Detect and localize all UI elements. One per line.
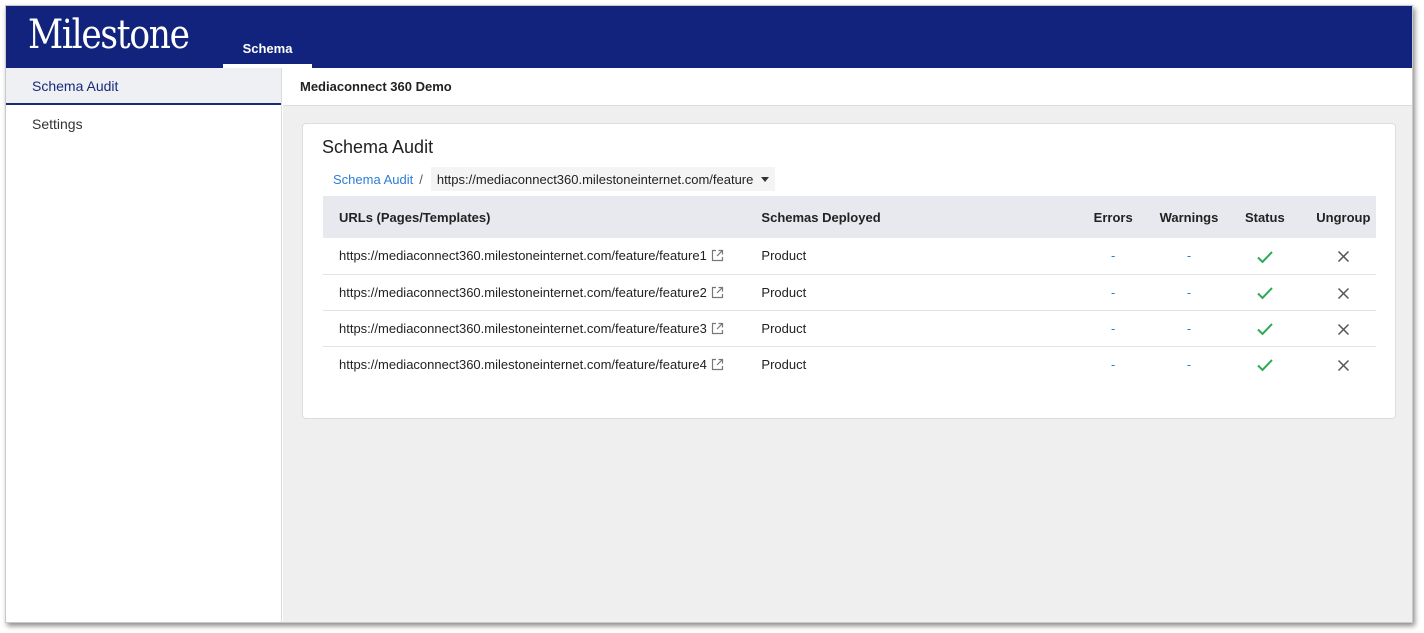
tab-schema[interactable]: Schema	[223, 6, 312, 68]
warnings-link[interactable]: -	[1187, 285, 1191, 300]
external-link-icon[interactable]	[711, 322, 724, 335]
table-row: https://mediaconnect360.milestoneinterne…	[323, 346, 1376, 382]
warnings-link[interactable]: -	[1187, 357, 1191, 372]
page-title: Mediaconnect 360 Demo	[283, 68, 1412, 106]
breadcrumb-link-schema-audit[interactable]: Schema Audit	[333, 172, 413, 187]
url-cell: https://mediaconnect360.milestoneinterne…	[323, 238, 761, 274]
header-ungroup: Ungroup	[1316, 209, 1371, 225]
url-select-value: https://mediaconnect360.milestoneinterne…	[436, 171, 754, 187]
url-cell: https://mediaconnect360.milestoneinterne…	[323, 310, 761, 346]
top-bar: Milestone Schema	[6, 6, 1412, 68]
errors-link[interactable]: -	[1111, 357, 1115, 372]
breadcrumb-separator: /	[419, 171, 423, 187]
header-warnings: Warnings	[1159, 209, 1219, 225]
errors-link[interactable]: -	[1111, 285, 1115, 300]
external-link-icon[interactable]	[711, 249, 724, 262]
table-header-row: URLs (Pages/Templates) Schemas Deployed …	[323, 196, 1376, 238]
close-icon[interactable]	[1337, 323, 1350, 336]
milestone-logo: Milestone	[28, 12, 190, 58]
schema-cell: Product	[761, 284, 807, 300]
check-icon	[1257, 287, 1273, 300]
table-row: https://mediaconnect360.milestoneinterne…	[323, 274, 1376, 310]
url-select-dropdown[interactable]: https://mediaconnect360.milestoneinterne…	[430, 167, 776, 191]
close-icon[interactable]	[1337, 250, 1350, 263]
schema-cell: Product	[761, 248, 807, 264]
sidebar: Schema Audit Settings	[6, 68, 282, 622]
caret-down-icon	[761, 176, 770, 182]
card-title: Schema Audit	[322, 137, 434, 157]
sidebar-item-label: Schema Audit	[32, 77, 119, 94]
check-icon	[1257, 359, 1273, 372]
warnings-link[interactable]: -	[1187, 321, 1191, 336]
url-text: https://mediaconnect360.milestoneinterne…	[339, 284, 707, 300]
header-errors: Errors	[1093, 209, 1133, 225]
url-cell: https://mediaconnect360.milestoneinterne…	[323, 274, 761, 310]
header-status: Status	[1244, 209, 1285, 225]
breadcrumb: Schema Audit / https://mediaconnect360.m…	[333, 167, 776, 191]
url-text: https://mediaconnect360.milestoneinterne…	[339, 320, 707, 336]
header-schemas: Schemas Deployed	[761, 209, 881, 225]
warnings-link[interactable]: -	[1187, 248, 1191, 263]
table-row: https://mediaconnect360.milestoneinterne…	[323, 310, 1376, 346]
close-icon[interactable]	[1337, 359, 1350, 372]
external-link-icon[interactable]	[711, 358, 724, 371]
schema-cell: Product	[761, 320, 807, 336]
url-text: https://mediaconnect360.milestoneinterne…	[339, 356, 707, 372]
table-row: https://mediaconnect360.milestoneinterne…	[323, 238, 1376, 274]
header-url: URLs (Pages/Templates)	[339, 209, 491, 225]
url-text: https://mediaconnect360.milestoneinterne…	[339, 248, 707, 264]
tab-schema-label: Schema	[242, 40, 293, 56]
check-icon	[1257, 250, 1273, 263]
errors-link[interactable]: -	[1111, 248, 1115, 263]
schema-table: URLs (Pages/Templates) Schemas Deployed …	[323, 196, 1376, 382]
sidebar-item-label: Settings	[32, 115, 83, 132]
sidebar-item-schema-audit[interactable]: Schema Audit	[6, 68, 281, 105]
check-icon	[1257, 323, 1273, 336]
external-link-icon[interactable]	[711, 286, 724, 299]
sidebar-item-settings[interactable]: Settings	[6, 105, 281, 142]
schema-audit-card: Schema Audit Schema Audit / https://medi…	[302, 123, 1396, 419]
schema-cell: Product	[761, 356, 807, 372]
errors-link[interactable]: -	[1111, 321, 1115, 336]
app-window: Milestone Schema Schema Audit Settings M…	[5, 5, 1413, 623]
url-cell: https://mediaconnect360.milestoneinterne…	[323, 346, 761, 382]
close-icon[interactable]	[1337, 287, 1350, 300]
main-content: Mediaconnect 360 Demo Schema Audit Schem…	[283, 68, 1412, 622]
